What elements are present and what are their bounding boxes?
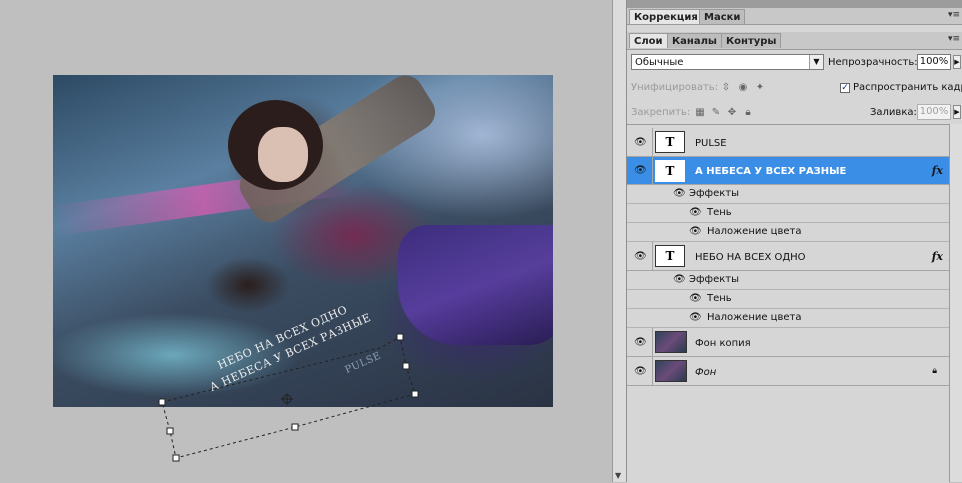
eye-icon[interactable]: 👁︎: [634, 138, 648, 148]
effect-row[interactable]: 👁︎ Тень: [627, 204, 957, 223]
layer-row[interactable]: 👁︎ T НЕБО НА ВСЕХ ОДНО fx ▲: [627, 242, 957, 271]
dress: [398, 225, 553, 345]
eye-icon[interactable]: 👁︎: [673, 275, 687, 285]
lock-transparent-pixels-icon[interactable]: ▦: [694, 107, 706, 119]
fx-icon[interactable]: fx: [932, 164, 943, 177]
unify-label: Унифицировать:: [631, 82, 719, 93]
panel-menu-icon[interactable]: ▾≡: [948, 10, 960, 20]
eye-icon[interactable]: 👁︎: [689, 313, 703, 323]
effect-row[interactable]: 👁︎ Наложение цвета: [627, 309, 957, 328]
blend-mode-value: Обычные: [635, 57, 684, 68]
layer-row[interactable]: 👁︎ Фон копия: [627, 328, 957, 357]
effect-name: Тень: [707, 293, 732, 304]
layer-separator: [652, 328, 653, 356]
eye-icon[interactable]: 👁︎: [689, 294, 703, 304]
chevron-down-icon: ▼: [809, 55, 823, 69]
tab-layers[interactable]: Слои: [629, 33, 668, 48]
face: [258, 127, 308, 182]
panel-dock-strip: [627, 0, 962, 8]
effect-name: Наложение цвета: [707, 226, 802, 237]
anchor-point: [166, 427, 174, 435]
eye-icon[interactable]: 👁︎: [689, 227, 703, 237]
image-layer-thumbnail: [655, 360, 687, 382]
layers-menu-icon[interactable]: ▾≡: [948, 34, 960, 44]
text-layer-thumbnail: T: [655, 245, 685, 267]
text-layer-thumbnail: T: [655, 160, 685, 182]
effects-group-row[interactable]: 👁︎ Эффекты: [627, 271, 957, 290]
layer-name[interactable]: PULSE: [695, 138, 727, 149]
unify-row: Унифицировать: ⇳ ◉ ✦ ✓ Распространить ка…: [627, 78, 962, 98]
layers-tab-row: Слои Каналы Контуры ▾≡: [627, 32, 962, 50]
layer-row-selected[interactable]: 👁︎ T А НЕБЕСА У ВСЕХ РАЗНЫЕ fx ▲: [627, 157, 957, 185]
lock-fill-row: Закрепить: ▦ ✎ ✥ 🔒︎ Заливка: 100% ▶: [627, 103, 962, 123]
fill-slider-button[interactable]: ▶: [953, 105, 961, 119]
effects-label: Эффекты: [689, 188, 739, 199]
layer-name[interactable]: Фон: [695, 367, 716, 378]
lock-position-icon[interactable]: ✥: [726, 107, 738, 119]
text-layer-thumbnail: T: [655, 131, 685, 153]
tab-channels[interactable]: Каналы: [667, 33, 722, 48]
canvas-text-line3: PULSE: [343, 350, 383, 376]
fill-input[interactable]: 100%: [917, 104, 951, 120]
effect-name: Тень: [707, 207, 732, 218]
image-layer-thumbnail: [655, 331, 687, 353]
eye-icon[interactable]: 👁︎: [634, 252, 648, 262]
effect-name: Наложение цвета: [707, 312, 802, 323]
eye-icon[interactable]: 👁︎: [634, 338, 648, 348]
effects-group-row[interactable]: 👁︎ Эффекты: [627, 185, 957, 204]
layer-separator: [652, 242, 653, 270]
tab-correction[interactable]: Коррекция: [629, 9, 703, 24]
layer-name[interactable]: Фон копия: [695, 338, 751, 349]
effect-row[interactable]: 👁︎ Тень: [627, 290, 957, 309]
eye-icon[interactable]: 👁︎: [634, 166, 648, 176]
eye-icon[interactable]: 👁︎: [689, 208, 703, 218]
tab-paths[interactable]: Контуры: [721, 33, 782, 48]
lock-label: Закрепить:: [631, 107, 691, 118]
document-canvas-area[interactable]: НЕБО НА ВСЕХ ОДНО А НЕБЕСА У ВСЕХ РАЗНЫЕ…: [0, 0, 612, 482]
propagate-frame-label: Распространить кадр: [853, 82, 962, 93]
layer-row[interactable]: 👁︎ T PULSE: [627, 128, 957, 157]
layer-separator: [652, 357, 653, 385]
lock-all-icon[interactable]: 🔒︎: [742, 107, 754, 119]
fill-label: Заливка:: [870, 107, 917, 118]
adjustments-tab-row: Коррекция Маски ▾≡: [627, 8, 962, 25]
propagate-frame-checkbox[interactable]: ✓: [840, 83, 850, 93]
opacity-label: Непрозрачность:: [828, 57, 918, 68]
layers-list: 👁︎ T PULSE 👁︎ T А НЕБЕСА У ВСЕХ РАЗНЫЕ f…: [627, 124, 957, 483]
blend-opacity-row: Обычные ▼ Непрозрачность: 100% ▶: [627, 53, 962, 73]
unify-visibility-icon[interactable]: ◉: [737, 82, 749, 94]
canvas-vertical-scrollbar[interactable]: ▼: [612, 0, 626, 482]
blend-mode-select[interactable]: Обычные ▼: [631, 54, 824, 70]
layers-scrollbar[interactable]: [949, 124, 962, 482]
lock-icon: 🔒︎: [932, 366, 937, 376]
layer-separator: [652, 157, 653, 184]
layer-name[interactable]: А НЕБЕСА У ВСЕХ РАЗНЫЕ: [695, 166, 846, 177]
layer-row[interactable]: 👁︎ Фон 🔒︎: [627, 357, 957, 386]
effect-row[interactable]: 👁︎ Наложение цвета: [627, 223, 957, 242]
scroll-down-arrow-icon[interactable]: ▼: [615, 471, 621, 480]
eye-icon[interactable]: 👁︎: [673, 189, 687, 199]
opacity-input[interactable]: 100%: [917, 54, 951, 70]
lock-image-pixels-icon[interactable]: ✎: [710, 107, 722, 119]
effects-label: Эффекты: [689, 274, 739, 285]
layers-panel: Коррекция Маски ▾≡ Слои Каналы Контуры ▾…: [626, 0, 962, 483]
eye-icon[interactable]: 👁︎: [634, 367, 648, 377]
opacity-slider-button[interactable]: ▶: [953, 55, 961, 69]
layer-separator: [652, 128, 653, 156]
fx-icon[interactable]: fx: [932, 250, 943, 263]
layer-name[interactable]: НЕБО НА ВСЕХ ОДНО: [695, 252, 806, 263]
tab-masks[interactable]: Маски: [699, 9, 746, 24]
anchor-point: [291, 423, 299, 431]
unify-style-icon[interactable]: ✦: [754, 82, 766, 94]
document-image[interactable]: НЕБО НА ВСЕХ ОДНО А НЕБЕСА У ВСЕХ РАЗНЫЕ…: [53, 75, 553, 407]
unify-position-icon[interactable]: ⇳: [720, 82, 732, 94]
anchor-point: [172, 454, 180, 462]
